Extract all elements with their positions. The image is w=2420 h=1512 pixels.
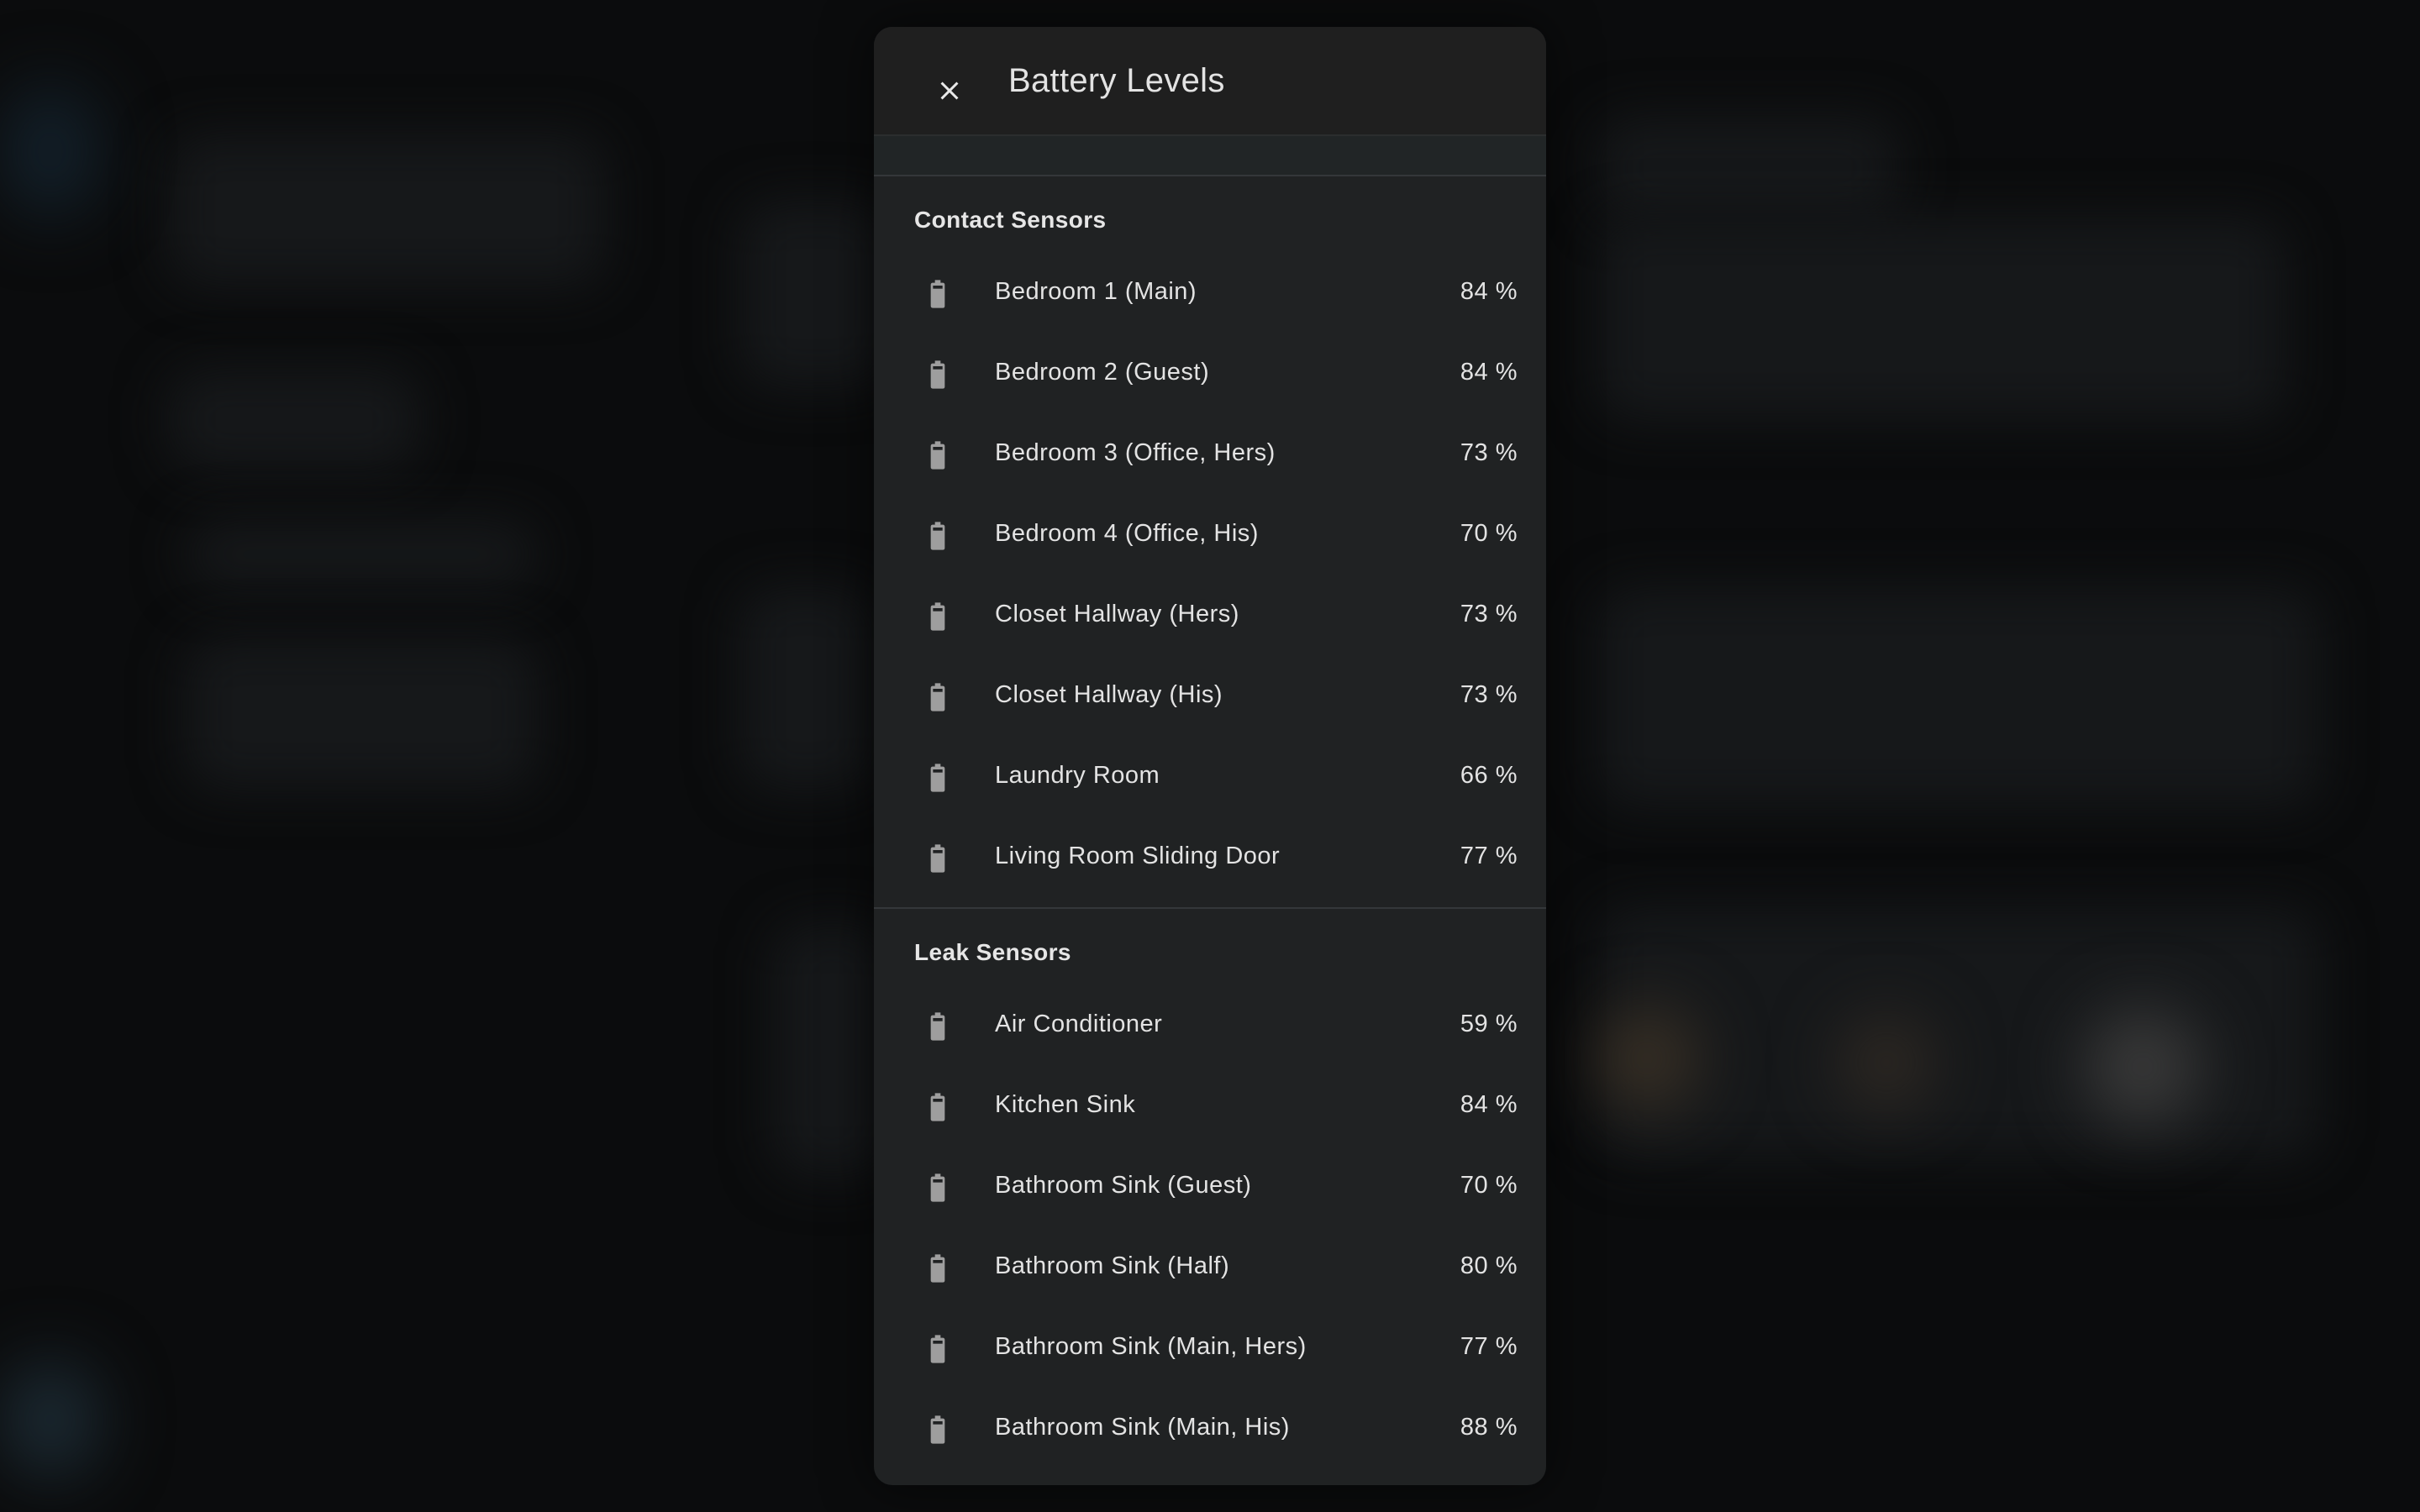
entity-name: Living Room Sliding Door: [995, 843, 1281, 869]
battery-icon: [921, 838, 955, 879]
entity-name: Bedroom 4 (Office, His): [995, 520, 1259, 547]
dialog-header: Battery Levels: [874, 27, 1546, 136]
battery-icon: [921, 677, 955, 717]
battery-icon: [921, 435, 955, 475]
entity-name: Laundry Room: [995, 762, 1160, 789]
battery-row[interactable]: Bedroom 2 (Guest) 84 %: [874, 343, 1546, 423]
entity-name: Closet Hallway (His): [995, 681, 1223, 708]
battery-list[interactable]: Contact Sensors Bedroom 1 (Main) 84 % Bedro…: [874, 176, 1546, 1485]
battery-icon: [921, 1087, 955, 1127]
battery-value: 84 %: [1460, 1091, 1518, 1118]
battery-value: 88 %: [1460, 1414, 1518, 1441]
section-title: Contact Sensors: [914, 207, 1107, 233]
battery-icon: [921, 758, 955, 798]
battery-value: 84 %: [1460, 278, 1518, 305]
dialog-title: Battery Levels: [1008, 62, 1225, 99]
section-title: Leak Sensors: [914, 939, 1071, 965]
entity-name: Bathroom Sink (Main, His): [995, 1414, 1290, 1441]
battery-value: 70 %: [1460, 1172, 1518, 1199]
battery-row[interactable]: Closet Hallway (His) 73 %: [874, 665, 1546, 746]
entity-name: Kitchen Sink: [995, 1091, 1136, 1118]
battery-value: 77 %: [1460, 843, 1518, 869]
battery-row[interactable]: Bathroom Sink (Main, His) 88 %: [874, 1398, 1546, 1478]
entity-name: Bathroom Sink (Guest): [995, 1172, 1252, 1199]
entity-name: Air Conditioner: [995, 1011, 1163, 1037]
battery-icon: [921, 354, 955, 395]
battery-value: 73 %: [1460, 601, 1518, 627]
entity-name: Bedroom 3 (Office, Hers): [995, 439, 1276, 466]
close-button[interactable]: [919, 60, 980, 121]
entity-name: Bedroom 1 (Main): [995, 278, 1197, 305]
battery-icon: [921, 1248, 955, 1289]
header-spacer: [874, 136, 1546, 176]
battery-value: 73 %: [1460, 681, 1518, 708]
battery-icon: [921, 596, 955, 637]
battery-value: 80 %: [1460, 1252, 1518, 1279]
battery-icon: [921, 516, 955, 556]
battery-value: 66 %: [1460, 762, 1518, 789]
battery-row[interactable]: Bathroom Sink (Half) 80 %: [874, 1236, 1546, 1317]
battery-icon: [921, 1329, 955, 1369]
battery-row[interactable]: Laundry Room 66 %: [874, 746, 1546, 827]
entity-name: Bathroom Sink (Half): [995, 1252, 1230, 1279]
battery-icon: [921, 1410, 955, 1450]
battery-icon: [921, 1168, 955, 1208]
battery-icon: [921, 1006, 955, 1047]
battery-row[interactable]: Kitchen Sink 84 %: [874, 1075, 1546, 1156]
section-0: Contact Sensors Bedroom 1 (Main) 84 % Bedro…: [874, 176, 1546, 907]
battery-row[interactable]: Bedroom 3 (Office, Hers) 73 %: [874, 423, 1546, 504]
battery-row[interactable]: Living Room Sliding Door 77 %: [874, 827, 1546, 907]
battery-levels-dialog: Battery Levels Contact Sensors Bedroom 1 …: [874, 27, 1546, 1485]
section-1: Leak Sensors Air Conditioner 59 % Kitchen S…: [874, 907, 1546, 1478]
battery-row[interactable]: Bathroom Sink (Guest) 70 %: [874, 1156, 1546, 1236]
close-icon: [940, 81, 959, 100]
battery-value: 84 %: [1460, 359, 1518, 386]
entity-name: Bedroom 2 (Guest): [995, 359, 1210, 386]
battery-row[interactable]: Bedroom 4 (Office, His) 70 %: [874, 504, 1546, 585]
battery-value: 59 %: [1460, 1011, 1518, 1037]
battery-row[interactable]: Closet Hallway (Hers) 73 %: [874, 585, 1546, 665]
entity-name: Closet Hallway (Hers): [995, 601, 1239, 627]
battery-row[interactable]: Bathroom Sink (Main, Hers) 77 %: [874, 1317, 1546, 1398]
battery-value: 73 %: [1460, 439, 1518, 466]
entity-name: Bathroom Sink (Main, Hers): [995, 1333, 1307, 1360]
battery-value: 77 %: [1460, 1333, 1518, 1360]
battery-value: 70 %: [1460, 520, 1518, 547]
battery-row[interactable]: Air Conditioner 59 %: [874, 995, 1546, 1075]
battery-row[interactable]: Bedroom 1 (Main) 84 %: [874, 262, 1546, 343]
battery-icon: [921, 274, 955, 314]
